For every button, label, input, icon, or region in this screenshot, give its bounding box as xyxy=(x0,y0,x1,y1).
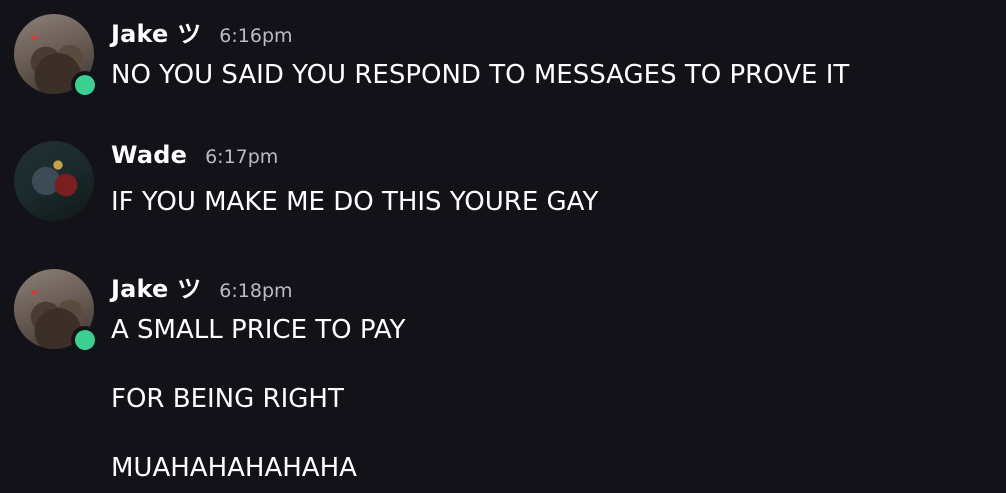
author-name[interactable]: Jake ツ xyxy=(111,14,201,49)
message-text: A SMALL PRICE TO PAY xyxy=(111,315,406,345)
message-text: IF YOU MAKE ME DO THIS YOURE GAY xyxy=(111,187,599,217)
message-header: Jake ツ 6:18pm xyxy=(111,269,293,309)
message-timestamp: 6:18pm xyxy=(219,280,293,302)
message-text: FOR BEING RIGHT xyxy=(111,384,344,414)
author-name[interactable]: Jake ツ xyxy=(111,269,201,304)
message-group: ♥ Jake ツ 6:16pm NO YOU SAID YOU RESPOND … xyxy=(14,14,1004,104)
online-status-icon xyxy=(75,330,95,350)
avatar[interactable] xyxy=(14,141,94,221)
avatar[interactable]: ♥ xyxy=(14,14,95,95)
message-header: Jake ツ 6:16pm xyxy=(111,14,293,54)
heart-icon: ♥ xyxy=(31,34,39,43)
heart-icon: ♥ xyxy=(31,289,39,298)
message-text: MUAHAHAHAHAHA xyxy=(111,453,357,483)
chat-log: ♥ Jake ツ 6:16pm NO YOU SAID YOU RESPOND … xyxy=(0,0,1006,493)
message-header: Wade 6:17pm xyxy=(111,141,278,181)
message-text: NO YOU SAID YOU RESPOND TO MESSAGES TO P… xyxy=(111,60,850,90)
avatar[interactable]: ♥ xyxy=(14,269,95,350)
message-group: ♥ Jake ツ 6:18pm A SMALL PRICE TO PAY FOR… xyxy=(14,269,1004,489)
wade-avatar-image xyxy=(14,141,94,221)
message-group: Wade 6:17pm IF YOU MAKE ME DO THIS YOURE… xyxy=(14,141,1004,231)
message-timestamp: 6:17pm xyxy=(205,146,279,168)
author-name[interactable]: Wade xyxy=(111,141,187,169)
message-timestamp: 6:16pm xyxy=(219,25,293,47)
online-status-icon xyxy=(75,75,95,95)
